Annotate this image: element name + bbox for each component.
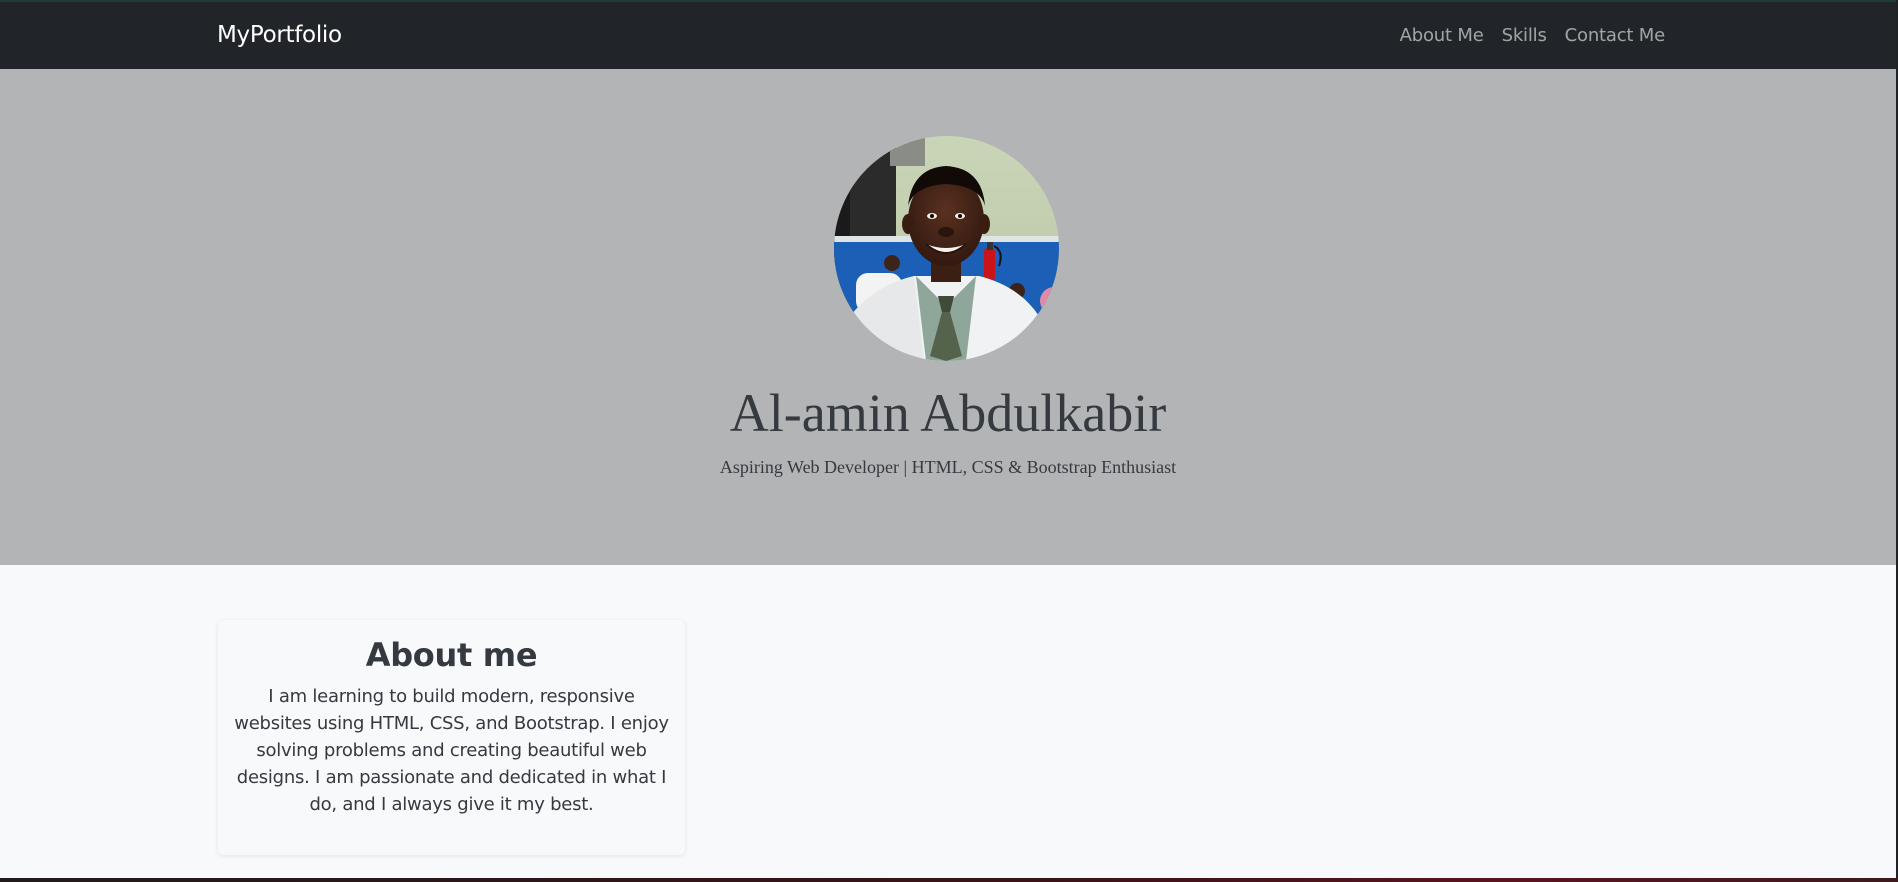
nav-link-about-me[interactable]: About Me: [1400, 24, 1484, 48]
hero-subtitle: Aspiring Web Developer | HTML, CSS & Boo…: [719, 457, 1177, 477]
brand-link[interactable]: MyPortfolio: [217, 20, 342, 50]
window-bottom-border: [0, 878, 1898, 882]
hero-section: Al-amin Abdulkabir Aspiring Web Develope…: [0, 69, 1896, 565]
hero-name: Al-amin Abdulkabir: [729, 383, 1167, 443]
nav-links: About Me Skills Contact Me: [1400, 24, 1666, 48]
about-text: I am learning to build modern, responsiv…: [234, 686, 669, 815]
about-card: About me I am learning to build modern, …: [218, 620, 685, 855]
profile-photo: [834, 136, 1059, 361]
nav-link-contact-me[interactable]: Contact Me: [1565, 24, 1666, 48]
profile-photo-image: [834, 136, 1059, 361]
page: MyPortfolio About Me Skills Contact Me A…: [0, 0, 1898, 882]
nav-link-skills[interactable]: Skills: [1502, 24, 1547, 48]
top-navbar: MyPortfolio About Me Skills Contact Me: [0, 0, 1896, 69]
about-title: About me: [365, 636, 538, 674]
